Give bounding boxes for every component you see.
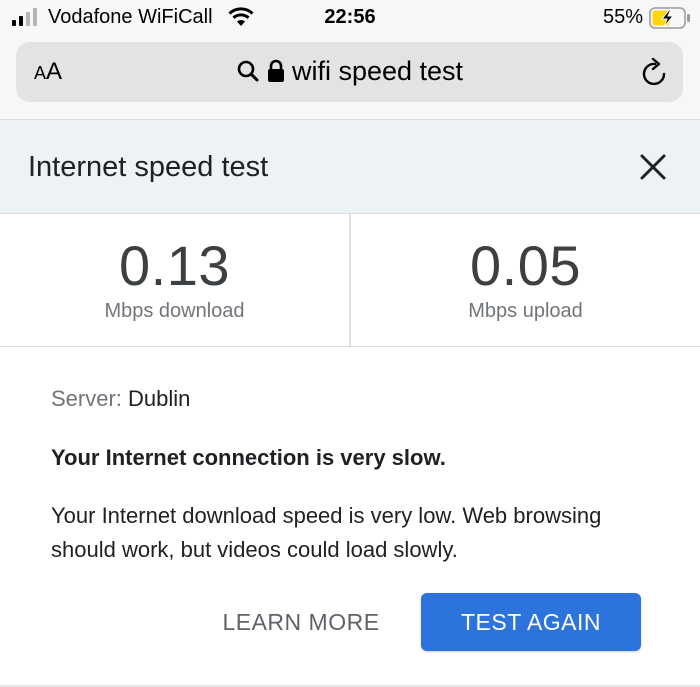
upload-speed-value: 0.05 bbox=[470, 234, 581, 297]
result-description: Your Internet download speed is very low… bbox=[51, 503, 602, 562]
address-bar[interactable]: AA wifi speed test bbox=[16, 42, 683, 102]
download-speed-value: 0.13 bbox=[119, 234, 230, 297]
battery-percentage: 55% bbox=[603, 6, 644, 28]
upload-panel: 0.05 Mbps upload bbox=[349, 214, 700, 346]
result-headline: Your Internet connection is very slow. bbox=[51, 445, 446, 470]
status-bar: Vodafone WiFiCall 22:56 55% bbox=[0, 0, 700, 36]
card-title: Internet speed test bbox=[28, 151, 269, 183]
url-text: wifi speed test bbox=[291, 56, 464, 86]
clock: 22:56 bbox=[324, 6, 376, 28]
speed-test-header: Internet speed test bbox=[0, 120, 700, 214]
result-details: Server: Dublin Your Internet connection … bbox=[51, 386, 661, 567]
server-info: Server: Dublin bbox=[51, 386, 661, 412]
download-speed-unit: Mbps download bbox=[104, 300, 245, 322]
url-field[interactable]: wifi speed test bbox=[16, 56, 683, 87]
test-again-button[interactable]: TEST AGAIN bbox=[421, 593, 641, 651]
upload-speed-unit: Mbps upload bbox=[468, 300, 583, 322]
close-icon[interactable] bbox=[636, 150, 670, 184]
server-value: Dublin bbox=[128, 386, 191, 411]
battery-charging-icon bbox=[649, 7, 690, 29]
lock-icon bbox=[267, 59, 284, 82]
browser-toolbar: AA wifi speed test bbox=[0, 36, 700, 120]
search-icon bbox=[237, 60, 259, 82]
reload-icon[interactable] bbox=[641, 58, 669, 88]
download-panel: 0.13 Mbps download bbox=[0, 214, 349, 346]
speed-results: 0.13 Mbps download 0.05 Mbps upload bbox=[0, 214, 700, 347]
learn-more-button[interactable]: LEARN MORE bbox=[208, 593, 394, 651]
server-label: Server: bbox=[51, 386, 122, 411]
